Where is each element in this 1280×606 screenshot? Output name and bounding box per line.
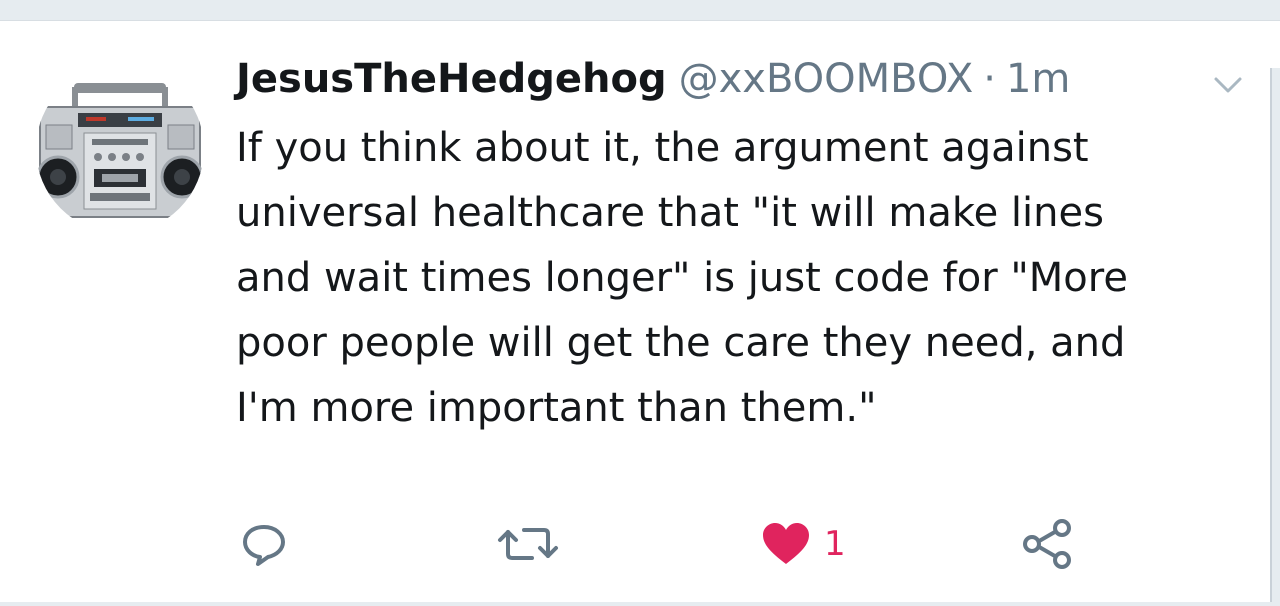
display-name[interactable]: JesusTheHedgehog bbox=[236, 56, 667, 102]
reply-button[interactable] bbox=[240, 516, 288, 572]
retweet-icon bbox=[498, 528, 558, 560]
like-button[interactable]: 1 bbox=[760, 516, 846, 572]
user-handle[interactable]: @xxBOOMBOX bbox=[679, 56, 974, 102]
avatar[interactable] bbox=[36, 65, 204, 233]
like-count: 1 bbox=[824, 524, 846, 564]
timestamp[interactable]: 1m bbox=[1006, 56, 1070, 102]
boombox-avatar-icon bbox=[36, 65, 204, 233]
share-icon bbox=[1023, 519, 1071, 569]
reply-icon bbox=[243, 525, 285, 566]
retweet-button[interactable] bbox=[496, 516, 560, 572]
tweet-text: If you think about it, the argument agai… bbox=[236, 125, 1128, 431]
separator-dot: · bbox=[983, 56, 996, 102]
chevron-down-icon[interactable] bbox=[1212, 73, 1244, 97]
tweet-actions: 1 bbox=[0, 516, 1280, 572]
tweet-header: JesusTheHedgehog @xxBOOMBOX · 1m bbox=[236, 56, 1070, 108]
heart-icon bbox=[763, 523, 809, 564]
bottom-divider bbox=[0, 602, 1280, 606]
top-divider bbox=[0, 0, 1280, 21]
share-button[interactable] bbox=[1020, 516, 1076, 572]
tweet[interactable]: JesusTheHedgehog @xxBOOMBOX · 1m If you … bbox=[0, 21, 1280, 601]
